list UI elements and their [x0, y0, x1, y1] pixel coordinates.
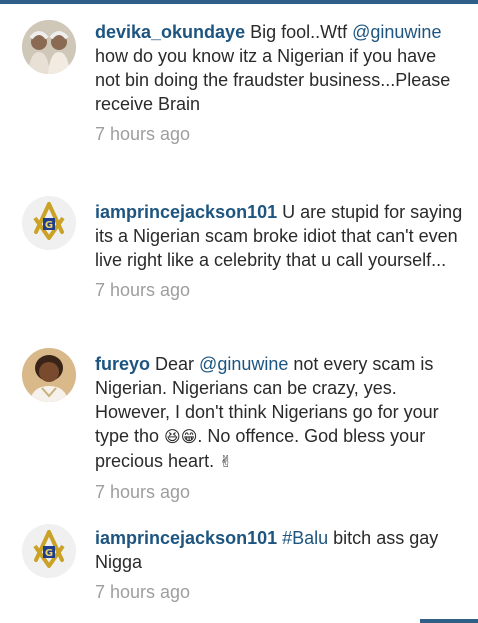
comment-username[interactable]: fureyo: [95, 354, 150, 374]
comment-timestamp: 7 hours ago: [95, 582, 191, 602]
comment-username[interactable]: devika_okundaye: [95, 22, 245, 42]
comment-username[interactable]: iamprincejackson101: [95, 528, 277, 548]
hashtag-link[interactable]: #Balu: [282, 528, 328, 548]
peace-hand-emoji-icon: ✌: [219, 452, 233, 471]
avatar[interactable]: G: [22, 196, 76, 250]
avatar[interactable]: [22, 348, 76, 402]
svg-text:G: G: [45, 548, 53, 559]
comment-text: how do you know itz a Nigerian if you ha…: [95, 46, 451, 114]
top-accent-bar: [0, 0, 478, 4]
svg-text:G: G: [45, 220, 53, 231]
comment-body: fureyo Dear @ginuwine not every scam is …: [95, 352, 465, 504]
comment-timestamp: 7 hours ago: [95, 124, 191, 144]
comment-timestamp: 7 hours ago: [95, 482, 191, 502]
comment-text: Big fool..Wtf: [245, 22, 353, 42]
comment-text: Dear: [150, 354, 200, 374]
avatar[interactable]: [22, 20, 76, 74]
bottom-accent-bar: [420, 619, 478, 623]
mention-link[interactable]: @ginuwine: [199, 354, 288, 374]
comment-body: iamprincejackson101 #Balu bitch ass gay …: [95, 526, 465, 604]
comment-body: iamprincejackson101 U are stupid for say…: [95, 200, 465, 302]
comment-username[interactable]: iamprincejackson101: [95, 202, 277, 222]
comment-body: devika_okundaye Big fool..Wtf @ginuwine …: [95, 20, 465, 146]
comment-timestamp: 7 hours ago: [95, 280, 191, 300]
mention-link[interactable]: @ginuwine: [352, 22, 441, 42]
laughing-emoji-icon: 😆😁: [164, 427, 198, 446]
avatar[interactable]: G: [22, 524, 76, 578]
